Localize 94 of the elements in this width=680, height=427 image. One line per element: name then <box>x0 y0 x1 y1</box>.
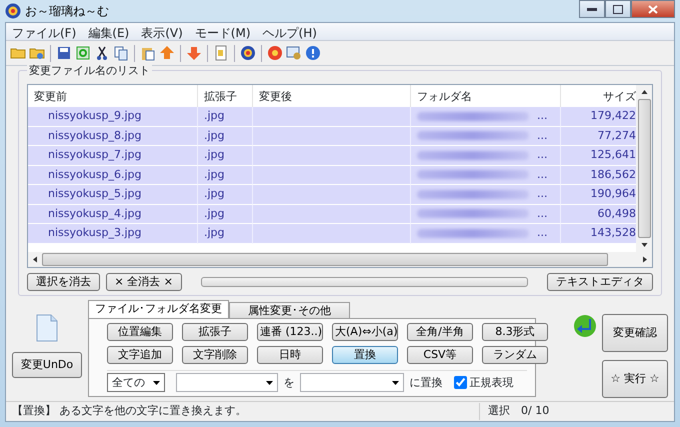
caret-icon <box>153 380 160 385</box>
table-cell-text: 143,528 <box>590 225 636 241</box>
menu-item[interactable]: ヘルプ(H) <box>256 23 323 40</box>
close-button[interactable] <box>631 0 675 18</box>
menu-item[interactable]: 表示(V) <box>135 23 189 40</box>
table-cell-text: nissyokusp_3.jpg <box>48 225 142 241</box>
document-icon[interactable] <box>213 45 229 61</box>
vertical-scrollbar[interactable] <box>636 85 652 252</box>
table-cell-text: nissyokusp_7.jpg <box>48 147 142 163</box>
table-cell-text: 190,964 <box>590 186 636 202</box>
table-cell-text: ... <box>537 206 548 222</box>
table-row[interactable]: nissyokusp_6.jpg .jpg ... 186,562 <box>28 166 636 185</box>
mode-button[interactable]: 全角/半角 <box>407 323 473 341</box>
table-cell-text: .jpg <box>204 128 225 144</box>
mode-button[interactable]: 文字削除 <box>182 346 248 364</box>
regex-checkbox[interactable] <box>454 376 466 390</box>
table-cell-text: nissyokusp_9.jpg <box>48 108 142 124</box>
table-cell-text: .jpg <box>204 186 225 202</box>
horizontal-scrollbar[interactable] <box>28 252 652 266</box>
table-cell-text: nissyokusp_5.jpg <box>48 186 142 202</box>
mode-button[interactable]: 8.3形式 <box>482 323 548 341</box>
table-row[interactable]: nissyokusp_5.jpg .jpg ... 190,964 <box>28 185 636 204</box>
maximize-icon <box>613 4 623 14</box>
connector-label: を <box>284 374 294 390</box>
mode-button[interactable]: 日時 <box>257 346 323 364</box>
mode-button[interactable]: ランダム <box>482 346 548 364</box>
search-combo-field[interactable] <box>176 373 278 392</box>
table-cell-text: ... <box>537 128 548 144</box>
tab[interactable]: 属性変更･その他 <box>229 302 350 318</box>
mode-button[interactable]: 文字追加 <box>107 346 173 364</box>
scope-dropdown[interactable]: 全ての <box>107 373 165 392</box>
mode-button[interactable]: 位置編集 <box>107 323 173 341</box>
text-editor-button[interactable]: テキストエディタ <box>547 273 653 291</box>
table-row[interactable]: nissyokusp_9.jpg .jpg ... 179,422 <box>28 107 636 126</box>
table-cell-text: 60,498 <box>598 206 636 222</box>
table-cell-text: .jpg <box>204 225 225 241</box>
confirm-button[interactable]: 変更確認 <box>602 314 668 352</box>
mode-button[interactable]: 大(A)⇔小(a) <box>332 323 398 341</box>
menu-item[interactable]: モード(M) <box>188 23 257 40</box>
clear-all-button[interactable]: × 全消去 × <box>106 273 182 291</box>
table-cell: nissyokusp_8.jpg <box>48 128 142 144</box>
menu-item[interactable]: 編集(E) <box>82 23 136 40</box>
mode-button[interactable]: 連番 (123..) <box>257 323 323 341</box>
checkbox-label: 正規表現 <box>469 374 514 390</box>
mode-button[interactable]: CSV等 <box>407 346 473 364</box>
replace-combo-field[interactable] <box>300 373 404 392</box>
table-cell-text: ... <box>537 186 548 202</box>
window-title: お～瑠璃ね～む <box>25 3 109 20</box>
table-cell: nissyokusp_4.jpg <box>48 206 142 222</box>
status-message: 【置換】 ある文字を他の文字に置き換えます。 <box>11 403 248 420</box>
app-icon <box>5 3 21 19</box>
menu-item[interactable]: ファイル(F) <box>6 23 82 40</box>
table-cell-text: ... <box>537 108 548 124</box>
settings-icon[interactable] <box>286 45 302 61</box>
maximize-button[interactable] <box>605 0 631 18</box>
table-cell: nissyokusp_6.jpg <box>48 166 142 183</box>
table-cell-text: .jpg <box>204 147 225 163</box>
close-icon <box>648 4 658 14</box>
up-arrow-icon[interactable] <box>159 45 175 61</box>
table-cell-text: ... <box>537 225 548 241</box>
caret-icon <box>266 380 273 385</box>
table-cell-text: 77,274 <box>598 128 636 144</box>
caret-icon <box>392 380 399 385</box>
table-cell-text: .jpg <box>204 206 225 222</box>
tab[interactable]: ファイル･フォルダ名変更 <box>88 300 229 318</box>
table-cell-text: .jpg <box>204 166 225 182</box>
minimize-button[interactable] <box>579 0 605 18</box>
table-cell-text: 186,562 <box>590 166 636 182</box>
copy-icon[interactable] <box>113 45 129 61</box>
table-cell-text: 179,422 <box>590 108 636 124</box>
mode-button[interactable]: 拡張子 <box>182 323 248 341</box>
help-icon[interactable] <box>305 45 321 61</box>
clear-selection-button[interactable]: 選択を消去 <box>27 273 100 291</box>
table-cell-text: ... <box>537 147 548 163</box>
cut-icon[interactable] <box>94 45 110 61</box>
table-row[interactable]: nissyokusp_3.jpg .jpg ... 143,528 <box>28 224 636 244</box>
minimize-icon <box>587 8 597 10</box>
mode-button[interactable]: 置換 <box>332 346 398 364</box>
table-cell-text: .jpg <box>204 108 225 124</box>
selection-count: 選択 0/ 10 <box>479 403 674 420</box>
down-arrow-icon[interactable] <box>186 45 202 61</box>
table-row[interactable]: nissyokusp_8.jpg .jpg ... 77,274 <box>28 126 636 146</box>
document-icon <box>36 314 58 342</box>
table-cell-text: ... <box>537 166 548 182</box>
replace-label: に置換 <box>410 374 442 390</box>
table-row[interactable]: nissyokusp_7.jpg .jpg ... 125,641 <box>28 146 636 166</box>
app-icon[interactable] <box>240 45 256 61</box>
paste-icon[interactable] <box>140 45 156 61</box>
table-row[interactable]: nissyokusp_4.jpg .jpg ... 60,498 <box>28 204 636 224</box>
record-icon[interactable] <box>267 45 283 61</box>
save-icon[interactable] <box>56 45 72 61</box>
run-button[interactable]: ☆ 実行 ☆ <box>602 360 668 398</box>
table-cell-text: 125,641 <box>590 147 636 163</box>
undo-button[interactable]: 変更UnDo <box>12 352 82 378</box>
